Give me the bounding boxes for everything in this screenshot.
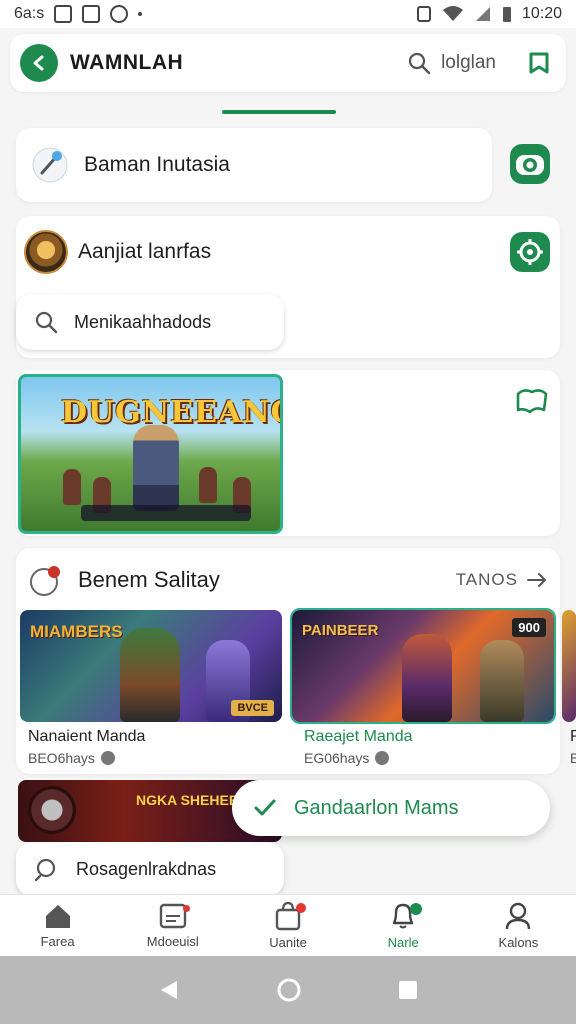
pen-icon	[32, 147, 68, 183]
row-title: Aanjiat lanrfas	[78, 240, 212, 263]
search-pill[interactable]: Menikaahhadods	[16, 294, 284, 350]
game-tile[interactable]: PAINBEER 900	[290, 608, 556, 724]
back-triangle-icon[interactable]	[157, 978, 181, 1002]
see-all-label: TANOS	[455, 570, 518, 589]
hero-figure	[133, 425, 179, 511]
promo-emblem	[28, 786, 76, 834]
dot-icon	[138, 12, 143, 16]
search-pill[interactable]: Rosagenlrakdnas	[16, 842, 284, 896]
app-title: WAMNLAH	[70, 51, 184, 74]
camera-icon	[516, 155, 544, 175]
list-item-primary[interactable]: Baman Inutasia	[16, 128, 492, 202]
nav-item-media[interactable]: Mdoeuisl	[115, 895, 230, 956]
game-name: Raeajet Manda	[304, 728, 413, 745]
tab-indicator	[222, 110, 336, 114]
clock-icon	[100, 751, 115, 765]
back-button[interactable]	[20, 44, 58, 82]
toast-text: Gandaarlon Mams	[294, 796, 459, 819]
nav-item-notifications[interactable]: Narle	[346, 895, 461, 956]
gallery-icon	[82, 5, 101, 23]
nav-label: Uanite	[269, 935, 307, 950]
chevron-left-icon	[33, 55, 44, 71]
home-icon	[45, 905, 70, 928]
bookmark-icon[interactable]	[526, 50, 552, 76]
enemy-figure	[63, 469, 81, 505]
game-name: Nanaient Manda	[28, 728, 146, 745]
game-meta: BEO6hays	[28, 750, 115, 766]
game-name: P	[570, 728, 576, 745]
notification-badge	[409, 903, 422, 915]
checkmark-icon	[254, 799, 276, 816]
nav-label: Mdoeuisl	[146, 934, 199, 949]
recents-square-icon[interactable]	[397, 979, 419, 1001]
clock-icon	[375, 751, 390, 765]
game-meta: EG06hays	[304, 750, 390, 766]
row-title: Baman Inutasia	[84, 153, 230, 176]
home-circle-icon[interactable]	[276, 977, 302, 1003]
search-pill-text: Rosagenlrakdnas	[76, 858, 217, 879]
image-icon	[54, 5, 73, 23]
character-figure	[480, 640, 524, 722]
game-meta-text: EG06hays	[304, 750, 370, 766]
character-figure	[120, 628, 180, 722]
notification-icon	[416, 6, 431, 22]
profile-icon	[506, 902, 531, 930]
gear-icon	[517, 239, 543, 265]
feature-banner-title: DUGNEEANON	[61, 395, 280, 430]
game-meta-text: BEO6hays	[28, 750, 95, 766]
game-badge: 900	[512, 618, 546, 637]
map-icon[interactable]	[514, 386, 550, 416]
nav-item-bag[interactable]: Uanite	[230, 895, 345, 956]
system-navigation-bar	[0, 956, 576, 1024]
nav-label: Narle	[387, 935, 419, 950]
status-bar: 6a:s 10:20	[0, 0, 576, 28]
character-figure	[402, 634, 452, 722]
game-badge: BVCE	[231, 700, 274, 716]
bottom-navigation: Farea Mdoeuisl Uanite Narle Kalons	[0, 894, 576, 956]
game-tile[interactable]	[562, 610, 576, 722]
search-icon	[408, 52, 431, 75]
status-left-text: 6a:s	[14, 5, 45, 22]
nav-item-profile[interactable]: Kalons	[461, 895, 576, 956]
sync-icon	[110, 5, 129, 23]
success-toast[interactable]: Gandaarlon Mams	[232, 780, 550, 836]
notification-badge	[296, 903, 307, 913]
camera-button[interactable]	[510, 144, 550, 184]
game-banner-title: PAINBEER	[302, 622, 379, 639]
enemy-figure	[199, 467, 217, 503]
nav-label: Kalons	[498, 935, 539, 950]
list-item-secondary[interactable]: Aanjiat lanrfas	[24, 230, 211, 274]
arrow-right-icon	[527, 573, 547, 587]
notification-badge	[183, 905, 191, 912]
wifi-icon	[442, 6, 463, 21]
nav-label: Farea	[40, 934, 75, 949]
feature-banner[interactable]: DUGNEEANON	[18, 374, 283, 534]
app-bar: WAMNLAH lolglan	[10, 34, 566, 92]
see-all-link[interactable]: TANOS	[456, 570, 548, 590]
avatar	[24, 230, 68, 274]
compass-icon	[30, 566, 60, 596]
settings-button[interactable]	[510, 232, 550, 272]
section-title: Benem Salitay	[78, 567, 220, 592]
search-pill-text: Menikaahhadods	[74, 311, 212, 332]
search-icon	[35, 311, 58, 334]
game-banner-title: MIAMBERS	[30, 622, 123, 641]
search-text: lolglan	[441, 52, 496, 73]
nav-item-home[interactable]: Farea	[0, 895, 115, 956]
promo-text: NGKA SHEHEB	[136, 792, 239, 808]
search-field[interactable]: lolglan	[407, 51, 496, 75]
search-icon	[34, 858, 56, 882]
battery-icon	[502, 7, 511, 22]
section-header: Benem Salitay	[28, 562, 220, 598]
game-tile[interactable]: MIAMBERS BVCE	[20, 610, 282, 722]
status-time: 10:20	[521, 5, 562, 22]
game-meta-text: B	[570, 750, 576, 766]
game-hud	[81, 505, 251, 521]
signal-icon	[475, 7, 490, 21]
